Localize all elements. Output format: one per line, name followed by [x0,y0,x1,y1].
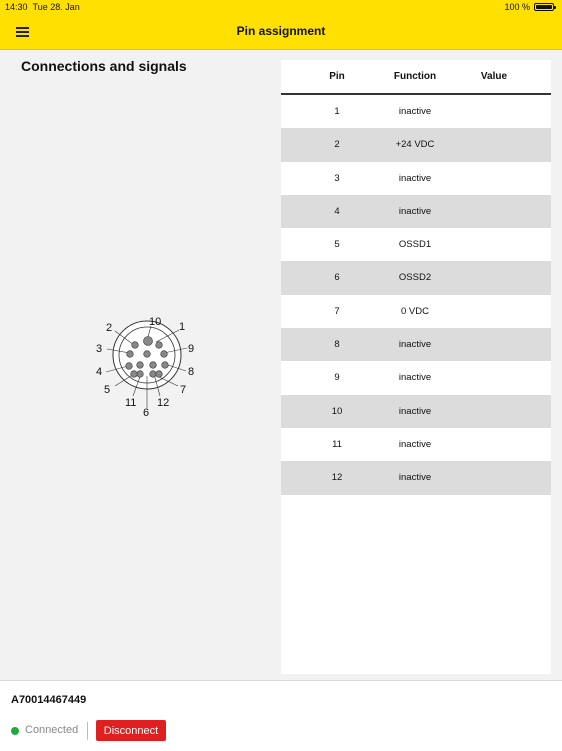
pin-label-6: 6 [143,407,149,419]
table-row: 70 VDC [281,295,551,328]
pin-label-4: 4 [96,366,102,378]
value-cell [461,295,527,328]
table-row: 11 inactive [281,428,551,461]
function-cell: +24 VDC [395,139,435,151]
header-value: Value [480,71,508,82]
function-cell: inactive [398,472,432,484]
pin-label-8: 8 [188,366,194,378]
value-cell [461,195,527,228]
value-cell [461,128,527,161]
function-cell: 0 VDC [401,305,429,317]
function-cell: OSSD1 [398,239,432,251]
pin-label-7: 7 [180,384,186,396]
disconnect-button[interactable]: Disconnect [96,720,166,741]
function-cell: inactive [398,372,432,384]
function-cell: inactive [398,438,432,450]
pin-label-1: 1 [179,321,185,333]
table-row: 6 OSSD2 [281,261,551,295]
connector-pinout-diagram: 1 2 3 4 5 6 7 8 9 10 11 12 [96,316,194,419]
pin-label-5: 5 [104,384,110,396]
header-function: Function [393,71,437,82]
table-row: 1 inactive [281,95,551,128]
table-row: 12 inactive [281,461,551,495]
pin-assignment-table: Pin Function Value 1 inactive 2 +24 VDC 3i… [281,60,551,674]
value-cell [461,461,527,494]
function-cell: OSSD2 [398,272,432,284]
value-cell [461,395,527,428]
connection-status-label: Connected [25,724,79,736]
footer-bar: A70014467449 Connected Disconnect [0,680,562,751]
pin-label-2: 2 [106,322,112,334]
device-id: A70014467449 [11,694,87,706]
value-cell [461,361,527,394]
table-row: 9 inactive [281,361,551,394]
value-cell [461,228,527,261]
function-cell: inactive [398,205,432,217]
table-row: 3 inactive [281,162,551,195]
pin-label-11: 11 [125,397,136,409]
status-date: Tue 28. Jan [32,2,80,12]
value-cell [461,261,527,294]
battery-percent: 100 % [504,2,530,12]
battery-icon [534,3,556,11]
table-row: 5 OSSD1 [281,228,551,261]
pin-label-3: 3 [96,343,102,355]
nav-bar: Pin assignment [0,14,562,50]
page-title: Pin assignment [236,24,326,38]
table-body: 1 inactive 2 +24 VDC 3 inactive 4 inactive 5… [281,95,551,495]
table-row: 4 inactive [281,194,551,229]
table-header: Pin Function Value [281,60,551,95]
section-title: Connections and signals [21,58,187,74]
function-cell: inactive [398,405,432,417]
hamburger-menu-icon[interactable] [12,23,34,41]
status-time: 14:30 [5,2,28,12]
connection-status-icon [11,727,19,735]
pin-label-10: 10 [149,316,161,328]
function-cell: inactive [398,339,432,351]
divider [87,722,88,740]
table-row: 2 +24 VDC [281,128,551,162]
pin-label-12: 12 [157,397,169,409]
value-cell [461,428,527,461]
table-row: 10 inactive [281,394,551,428]
status-bar: 14:30 Tue 28. Jan 100 % [0,0,562,14]
function-cell: inactive [398,172,432,184]
pin-label-9: 9 [188,343,194,355]
function-cell: inactive [398,106,432,117]
value-cell [461,95,527,128]
table-row: 8 inactive [281,328,551,362]
value-cell [461,328,527,361]
value-cell [461,162,527,195]
